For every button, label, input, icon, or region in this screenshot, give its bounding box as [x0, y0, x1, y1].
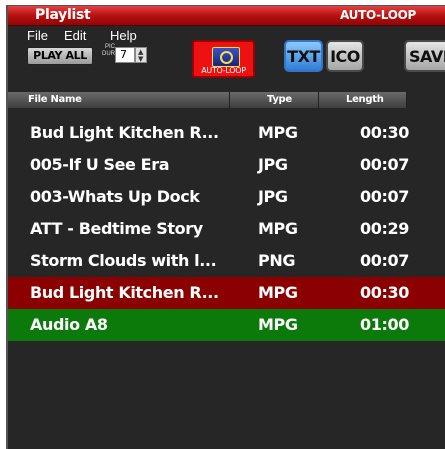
- file-type-cell: MPG: [258, 283, 298, 302]
- playlist-panel: Playlist AUTO-LOOP File Edit Help PLAY A…: [6, 5, 445, 449]
- file-type-cell: JPG: [258, 155, 288, 174]
- menu-file[interactable]: File: [27, 28, 48, 43]
- file-length-cell: 00:07: [360, 187, 409, 206]
- duration-input[interactable]: 7: [115, 47, 135, 63]
- autoloop-icon: [212, 47, 240, 67]
- window-title: Playlist: [35, 7, 91, 23]
- file-type-cell: PNG: [258, 251, 296, 270]
- table-row[interactable]: Storm Clouds with l... PNG 00:07: [8, 245, 445, 277]
- file-length-cell: 00:07: [360, 251, 409, 270]
- file-name-cell: Bud Light Kitchen R...: [30, 123, 219, 142]
- column-header-length[interactable]: Length: [319, 92, 407, 108]
- file-name-cell: Storm Clouds with l...: [30, 251, 217, 270]
- autoloop-label: AUTO-LOOP: [201, 66, 246, 75]
- pic-label: PIC: [104, 44, 115, 50]
- file-type-cell: MPG: [258, 315, 298, 334]
- autoloop-button[interactable]: AUTO-LOOP: [192, 40, 255, 78]
- table-row[interactable]: Bud Light Kitchen R... MPG 00:30: [8, 277, 445, 309]
- spinner-down-icon[interactable]: ▼: [138, 56, 143, 63]
- file-type-cell: MPG: [258, 219, 298, 238]
- txt-view-button[interactable]: TXT: [284, 40, 323, 72]
- title-bar: Playlist AUTO-LOOP: [8, 6, 445, 26]
- table-row[interactable]: 003-Whats Up Dock JPG 00:07: [8, 181, 445, 213]
- file-name-cell: 005-If U See Era: [30, 155, 170, 174]
- save-button[interactable]: SAVE: [404, 40, 445, 72]
- table-row[interactable]: Audio A8 MPG 01:00: [8, 309, 445, 341]
- pic-dur-label: PIC DUR: [101, 44, 115, 58]
- file-name-cell: ATT - Bedtime Story: [30, 219, 203, 238]
- table-row[interactable]: 005-If U See Era JPG 00:07: [8, 149, 445, 181]
- spinner-arrows-icon[interactable]: ▲ ▼: [135, 47, 147, 63]
- file-length-cell: 00:29: [360, 219, 409, 238]
- file-type-cell: MPG: [258, 123, 298, 142]
- file-name-cell: Audio A8: [30, 315, 108, 334]
- mode-indicator: AUTO-LOOP: [340, 8, 416, 22]
- menu-edit[interactable]: Edit: [64, 28, 86, 43]
- menu-help[interactable]: Help: [110, 28, 137, 43]
- play-all-button[interactable]: PLAY ALL: [27, 47, 93, 65]
- file-length-cell: 00:30: [360, 283, 409, 302]
- table-row[interactable]: ATT - Bedtime Story MPG 00:29: [8, 213, 445, 245]
- ico-view-button[interactable]: ICO: [326, 40, 364, 72]
- column-header-filename[interactable]: File Name: [8, 92, 230, 108]
- dur-label: DUR: [102, 51, 115, 57]
- file-length-cell: 00:30: [360, 123, 409, 142]
- column-header-type[interactable]: Type: [230, 92, 319, 108]
- file-length-cell: 00:07: [360, 155, 409, 174]
- file-name-cell: Bud Light Kitchen R...: [30, 283, 219, 302]
- file-name-cell: 003-Whats Up Dock: [30, 187, 200, 206]
- file-length-cell: 01:00: [360, 315, 409, 334]
- table-row[interactable]: Bud Light Kitchen R... MPG 00:30: [8, 117, 445, 149]
- file-type-cell: JPG: [258, 187, 288, 206]
